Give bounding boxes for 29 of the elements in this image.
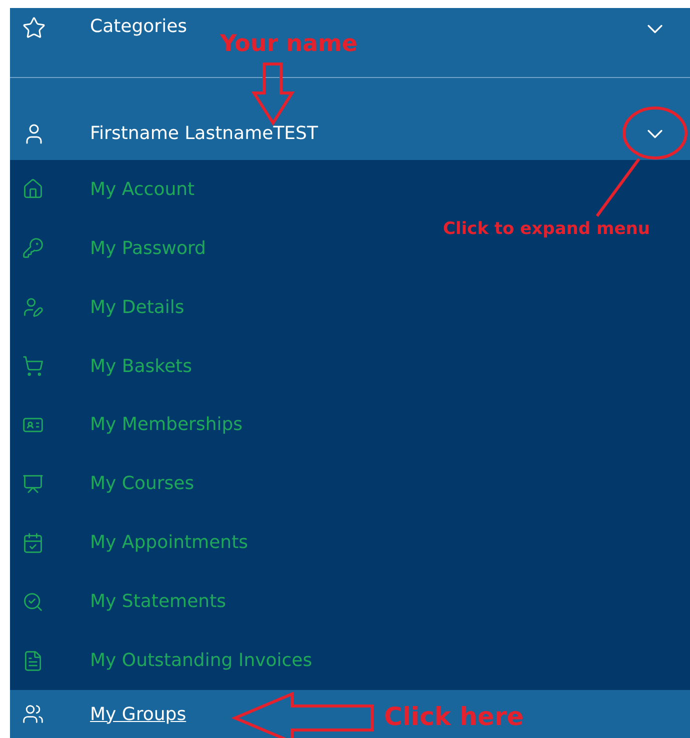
- menu-item[interactable]: My Details: [10, 278, 192, 337]
- menu-item[interactable]: My Appointments: [10, 513, 256, 572]
- document-icon: [22, 650, 44, 672]
- menu-item[interactable]: My Groups: [10, 690, 194, 738]
- menu-item[interactable]: My Baskets: [10, 336, 200, 396]
- annotation-text: Your name: [220, 31, 358, 57]
- user-edit-icon: [22, 296, 44, 318]
- menu-item[interactable]: My Outstanding Invoices: [10, 631, 320, 690]
- house-icon: [22, 178, 44, 200]
- star-icon: [22, 16, 46, 40]
- calendar-check-icon: [22, 532, 44, 554]
- users-icon: [22, 703, 44, 725]
- menu-item[interactable]: My Memberships: [10, 396, 251, 454]
- annotation-text: Click to expand menu: [443, 219, 650, 239]
- user-row[interactable]: Firstname LastnameTEST: [10, 78, 690, 160]
- presentation-icon: [22, 472, 44, 495]
- cart-icon: [22, 355, 44, 378]
- annotation-circle: [622, 106, 688, 160]
- menu-item[interactable]: My Courses: [10, 454, 202, 514]
- user-name: Firstname LastnameTEST: [90, 123, 319, 144]
- menu-item[interactable]: My Account: [10, 160, 203, 219]
- key-icon: [22, 237, 44, 260]
- menu-item[interactable]: My Statements: [10, 572, 234, 632]
- categories-label: Categories: [90, 16, 188, 37]
- leader-line: [595, 158, 642, 218]
- annotation-text: Click here: [384, 702, 524, 731]
- down-arrow-annotation: [252, 63, 294, 125]
- menu-item[interactable]: My Password: [10, 218, 214, 278]
- search-icon: [22, 590, 44, 613]
